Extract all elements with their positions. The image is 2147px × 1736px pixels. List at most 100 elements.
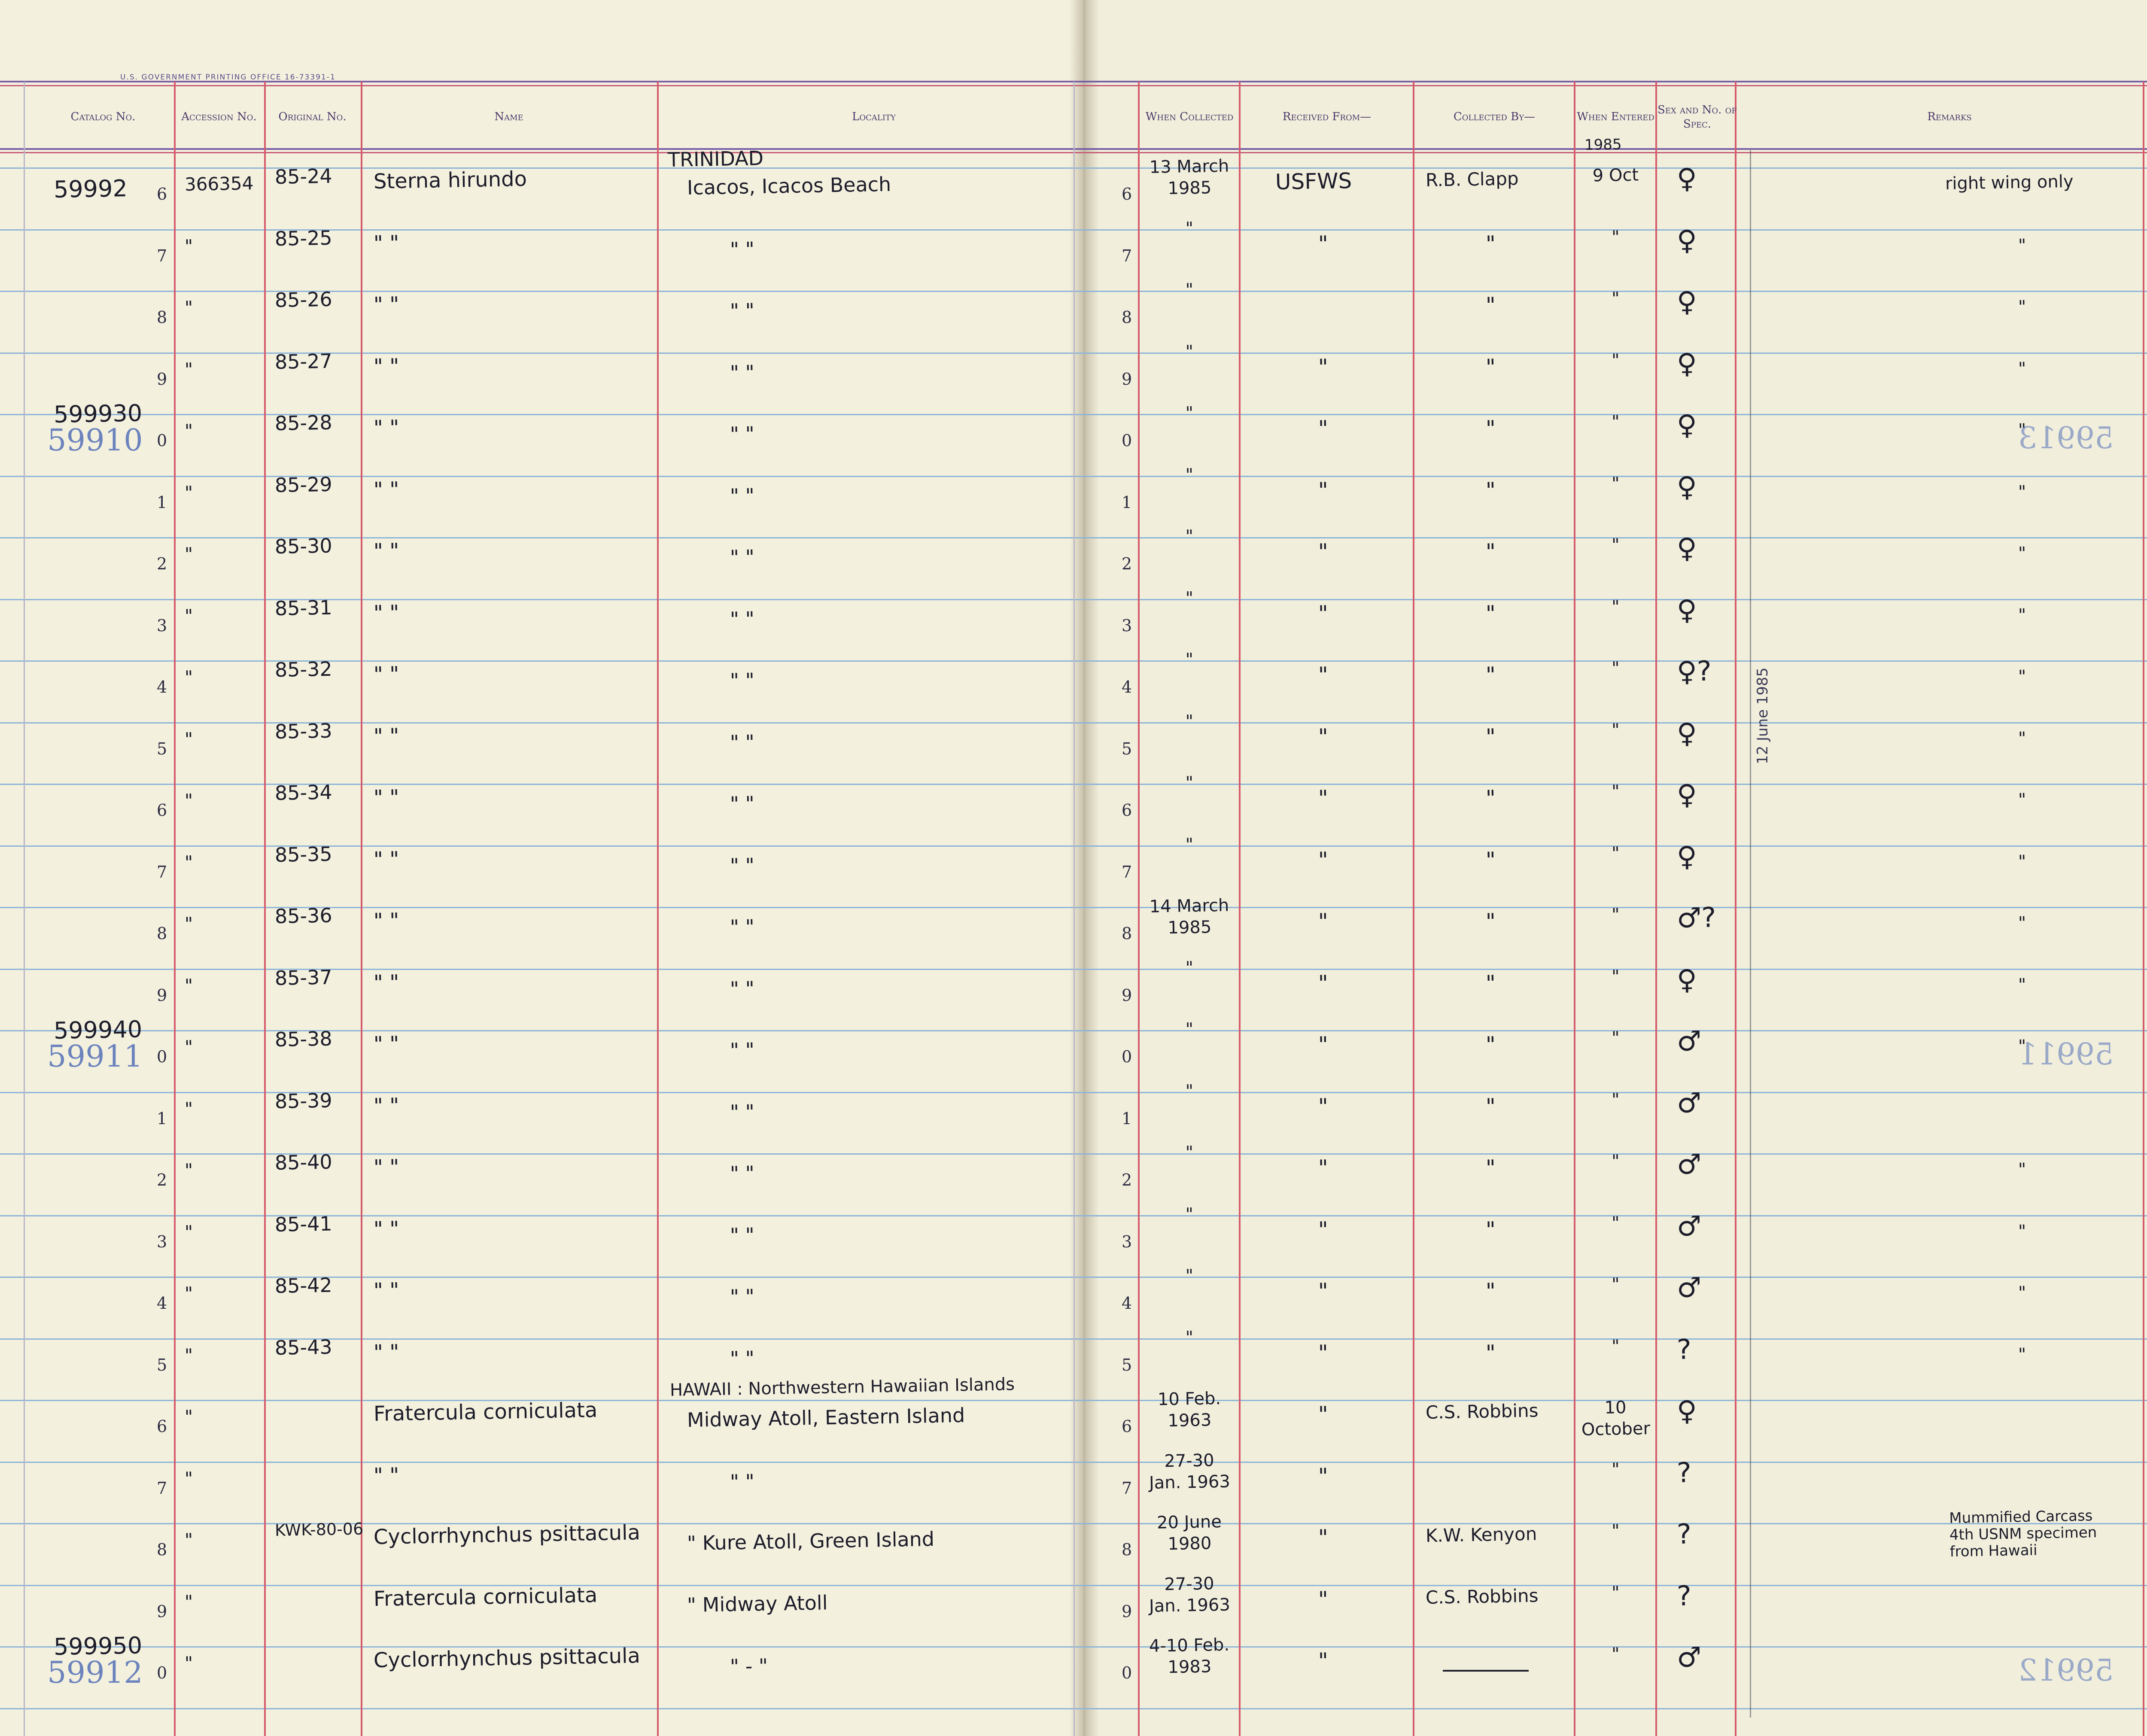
collected-by: " <box>1485 354 1496 380</box>
column-rule <box>1413 82 1414 1736</box>
species-name: " " <box>373 600 399 625</box>
row-digit-right: 4 <box>1122 1294 1132 1313</box>
locality: " " <box>730 853 755 877</box>
received-from: " <box>1318 970 1329 996</box>
when-entered: 9 Oct <box>1592 165 1639 186</box>
received-from: USFWS <box>1275 168 1352 195</box>
species-name: Cyclorrhynchus psittacula <box>373 1644 641 1672</box>
col-remarks-header: Remarks <box>1927 110 1972 124</box>
column-rule <box>361 82 362 1736</box>
remarks: " <box>2018 851 2026 872</box>
row-digit-right: 0 <box>1122 1663 1132 1682</box>
row-digit-right: 3 <box>1122 1232 1132 1251</box>
row-digit: 7 <box>157 246 167 265</box>
when-entered: " <box>1611 289 1620 309</box>
catalog-stamp-right: 59911 <box>2018 1037 2114 1072</box>
accession-number: " <box>184 543 193 565</box>
row-digit: 1 <box>157 1109 167 1128</box>
accession-number: " <box>184 1591 193 1612</box>
received-from: " <box>1318 477 1329 503</box>
column-rule <box>1574 82 1575 1736</box>
locality: " " <box>730 422 755 446</box>
received-from: " <box>1318 785 1329 811</box>
row-digit: 4 <box>157 678 167 696</box>
original-number: 85-24 <box>274 164 333 188</box>
sex-symbol: ♂? <box>1676 902 1716 934</box>
collected-by: " <box>1485 231 1496 256</box>
catalog-number: 59992 <box>53 175 128 203</box>
locality: " " <box>730 669 755 692</box>
species-name: " " <box>373 908 399 933</box>
locality: " " <box>730 1038 755 1062</box>
received-from: " <box>1318 231 1329 256</box>
column-rule <box>2143 82 2144 1736</box>
row-digit: 9 <box>157 985 167 1005</box>
original-number: 85-34 <box>274 780 333 805</box>
col-sex-header: Sex and No. of Spec. <box>1657 103 1737 131</box>
row-digit: 6 <box>157 801 167 820</box>
accession-number: " <box>184 1468 193 1489</box>
col-received-from-header: Received From— <box>1282 110 1372 124</box>
accession-number: " <box>184 975 193 996</box>
when-collected: " <box>1185 1019 1194 1040</box>
collected-by: " <box>1485 539 1496 564</box>
sex-symbol: ♀ <box>1676 840 1697 873</box>
when-entered: " <box>1611 350 1620 371</box>
margin-note: 12 June 1985 <box>1754 667 1771 764</box>
catalog-stamp: 59912 <box>47 1655 143 1690</box>
accession-number: " <box>184 1159 193 1181</box>
species-name: " " <box>373 231 399 255</box>
locality: " " <box>730 976 755 1000</box>
accession-number: " <box>184 1344 193 1366</box>
locality: " " <box>730 792 755 815</box>
row-digit: 9 <box>157 1602 167 1621</box>
sex-symbol: ♀ <box>1676 409 1697 441</box>
row-digit-right: 2 <box>1122 554 1132 573</box>
row-digit: 5 <box>157 1355 167 1374</box>
column-rule <box>264 82 266 1736</box>
accession-number: " <box>184 1406 193 1427</box>
species-name: " " <box>373 970 399 995</box>
row-digit: 6 <box>157 185 167 204</box>
received-from: " <box>1318 1094 1329 1119</box>
row-digit-right: 0 <box>1122 1047 1132 1066</box>
catalog-stamp-right: 59912 <box>2018 1653 2114 1688</box>
species-name: " " <box>373 538 399 563</box>
collected-by: K.W. Kenyon <box>1425 1523 1537 1546</box>
when-collected: " <box>1185 773 1194 793</box>
collected-by-dash <box>1443 1670 1529 1672</box>
when-entered: " <box>1611 1582 1620 1603</box>
row-digit-right: 7 <box>1122 862 1132 882</box>
original-number: 85-42 <box>274 1273 333 1298</box>
original-number: 85-41 <box>274 1212 333 1236</box>
row-digit-right: 5 <box>1122 739 1132 758</box>
col-original-header: Original No. <box>278 110 347 124</box>
when-collected: " <box>1185 218 1194 238</box>
when-entered: " <box>1611 1089 1620 1110</box>
accession-number: " <box>184 1098 193 1119</box>
received-from: " <box>1318 1402 1329 1427</box>
collected-by: C.S. Robbins <box>1425 1400 1539 1423</box>
when-collected: " <box>1185 1266 1194 1286</box>
remarks: right wing only <box>1945 171 2074 194</box>
sex-symbol: ♀? <box>1676 655 1712 688</box>
remarks: " <box>2018 728 2026 748</box>
original-number: 85-38 <box>274 1027 333 1051</box>
accession-number: " <box>184 482 193 503</box>
species-name: " " <box>373 847 399 872</box>
remarks: " <box>2018 235 2026 255</box>
collected-by: C.S. Robbins <box>1425 1584 1539 1608</box>
locality: " " <box>730 1469 755 1493</box>
row-digit-right: 8 <box>1122 1540 1132 1559</box>
sex-symbol: ♀ <box>1676 1395 1697 1427</box>
sex-symbol: ♂ <box>1676 1149 1702 1181</box>
when-entered: " <box>1611 227 1620 247</box>
when-entered: " <box>1611 966 1620 987</box>
row-digit-right: 9 <box>1122 369 1132 389</box>
row-digit-right: 9 <box>1122 985 1132 1005</box>
locality: " " <box>730 607 755 631</box>
row-digit: 0 <box>157 1663 167 1682</box>
sex-symbol: ♀ <box>1676 286 1697 318</box>
when-entered: " <box>1611 1644 1620 1664</box>
original-number: 85-30 <box>274 534 333 558</box>
